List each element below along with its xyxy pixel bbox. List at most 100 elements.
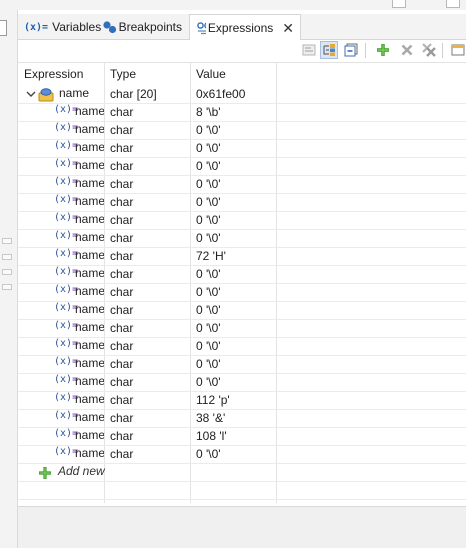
tree-row-element[interactable]: (x)= name char 0 '\0' [18, 176, 466, 194]
expression-name: name [75, 410, 104, 424]
add-icon [377, 44, 389, 56]
tree-row-element[interactable]: (x)= name char 0 '\0' [18, 212, 466, 230]
expression-type: char [110, 141, 134, 155]
expression-name: name [75, 284, 104, 298]
view-toolbar [18, 40, 466, 62]
open-new-view-button[interactable] [449, 41, 466, 59]
expression-type: char [110, 267, 134, 281]
expression-value[interactable]: 38 '&' [196, 410, 276, 427]
variable-icon-left: (x) [54, 392, 73, 403]
expression-value[interactable]: 0 '\0' [196, 338, 276, 355]
expression-value[interactable]: 112 'p' [196, 392, 276, 409]
expression-value[interactable]: 0 '\0' [196, 176, 276, 193]
expression-value[interactable]: 0 '\0' [196, 356, 276, 373]
expression-value[interactable]: 0 '\0' [196, 284, 276, 301]
expression-name: name [75, 212, 104, 226]
expression-type: char [110, 321, 134, 335]
collapse-all-button[interactable] [342, 41, 360, 59]
tree-row-element[interactable]: (x)= name char 0 '\0' [18, 122, 466, 140]
expression-name: name [75, 374, 104, 388]
expression-value[interactable]: 0x61fe00 [196, 86, 276, 103]
expression-value[interactable]: 0 '\0' [196, 158, 276, 175]
expression-value[interactable]: 0 '\0' [196, 230, 276, 247]
variable-icon-left: (x) [54, 320, 73, 331]
expressions-tree-table: Expression Type Value name char [20] 0x61f… [18, 62, 466, 518]
close-icon[interactable]: ✕ [282, 21, 294, 35]
expression-value[interactable]: 0 '\0' [196, 320, 276, 337]
restore-icon[interactable] [446, 0, 460, 8]
sash-marker [2, 254, 12, 260]
expression-value[interactable]: 0 '\0' [196, 140, 276, 157]
left-sidebar-edge [0, 10, 18, 548]
tree-row-element[interactable]: (x)= name char 108 'l' [18, 428, 466, 446]
minimized-view-handle[interactable] [0, 20, 7, 36]
expression-value[interactable]: 0 '\0' [196, 194, 276, 211]
chevron-down-icon[interactable] [25, 86, 37, 103]
variable-icon-left: (x) [54, 176, 73, 187]
expression-type: char [110, 159, 134, 173]
expression-type: char [110, 213, 134, 227]
tree-row-element[interactable]: (x)= name char 8 '\b' [18, 104, 466, 122]
expression-name: name [75, 122, 104, 136]
tab-breakpoints[interactable]: Breakpoints [96, 14, 188, 40]
expression-name: name [75, 158, 104, 172]
maximize-icon[interactable] [392, 0, 406, 8]
expression-value[interactable]: 0 '\0' [196, 122, 276, 139]
tree-row-element[interactable]: (x)= name char 112 'p' [18, 392, 466, 410]
expression-value[interactable]: 108 'l' [196, 428, 276, 445]
variable-icon-left: (x) [54, 122, 73, 133]
tree-row-element[interactable]: (x)= name char 38 '&' [18, 410, 466, 428]
variable-icon-left: (x) [54, 212, 73, 223]
expression-name: name [75, 194, 104, 208]
column-header-expression[interactable]: Expression [18, 65, 104, 83]
tree-row-element[interactable]: (x)= name char 0 '\0' [18, 158, 466, 176]
expression-name: name [59, 86, 90, 100]
expression-name: name [75, 428, 104, 442]
remove-all-icon [422, 43, 436, 57]
expression-value[interactable]: 0 '\0' [196, 266, 276, 283]
tab-variables[interactable]: (x)= Variables [18, 14, 101, 40]
tree-row-element[interactable]: (x)= name char 0 '\0' [18, 140, 466, 158]
remove-all-expressions-button[interactable] [420, 41, 438, 59]
expression-type: char [110, 105, 134, 119]
show-logical-structure-button[interactable] [320, 41, 338, 59]
expression-type: char [20] [110, 87, 157, 101]
expression-name: name [75, 320, 104, 334]
breakpoints-icon [103, 21, 117, 34]
add-new-expression-row[interactable]: Add new [18, 464, 466, 482]
collapse-all-icon [344, 43, 358, 57]
tree-row-element[interactable]: (x)= name char 0 '\0' [18, 356, 466, 374]
tree-row-element[interactable]: (x)= name char 0 '\0' [18, 374, 466, 392]
tree-row-element[interactable]: (x)= name char 0 '\0' [18, 194, 466, 212]
tree-row-parent[interactable]: name char [20] 0x61fe00 [18, 86, 466, 104]
tree-row-element[interactable]: (x)= name char 0 '\0' [18, 320, 466, 338]
expression-value[interactable]: 0 '\0' [196, 302, 276, 319]
expression-value[interactable]: 0 '\0' [196, 374, 276, 391]
tree-row-element[interactable]: (x)= name char 0 '\0' [18, 338, 466, 356]
expression-value[interactable]: 8 '\b' [196, 104, 276, 121]
expression-name: name [75, 140, 104, 154]
add-new-label[interactable]: Add new [58, 464, 105, 478]
tree-row-element[interactable]: (x)= name char 72 'H' [18, 248, 466, 266]
add-watch-expression-button[interactable] [374, 41, 392, 59]
column-header-type[interactable]: Type [104, 65, 190, 83]
remove-icon [401, 44, 413, 56]
toolbar-separator [442, 43, 443, 58]
expression-name: name [75, 266, 104, 280]
tree-row-element[interactable]: (x)= name char 0 '\0' [18, 446, 466, 464]
column-header-value[interactable]: Value [190, 65, 276, 83]
tree-row-element[interactable]: (x)= name char 0 '\0' [18, 266, 466, 284]
sash-marker [2, 269, 12, 275]
show-type-names-button[interactable] [300, 41, 318, 59]
tree-row-element[interactable]: (x)= name char 0 '\0' [18, 230, 466, 248]
variable-icon-left: (x) [54, 428, 73, 439]
expression-name: name [75, 392, 104, 406]
remove-expression-button[interactable] [398, 41, 416, 59]
expression-value[interactable]: 72 'H' [196, 248, 276, 265]
tab-expressions[interactable]: Expressions ✕ [189, 14, 301, 41]
tree-row-element[interactable]: (x)= name char 0 '\0' [18, 284, 466, 302]
expression-type: char [110, 123, 134, 137]
expression-value[interactable]: 0 '\0' [196, 446, 276, 463]
expression-value[interactable]: 0 '\0' [196, 212, 276, 229]
tree-row-element[interactable]: (x)= name char 0 '\0' [18, 302, 466, 320]
